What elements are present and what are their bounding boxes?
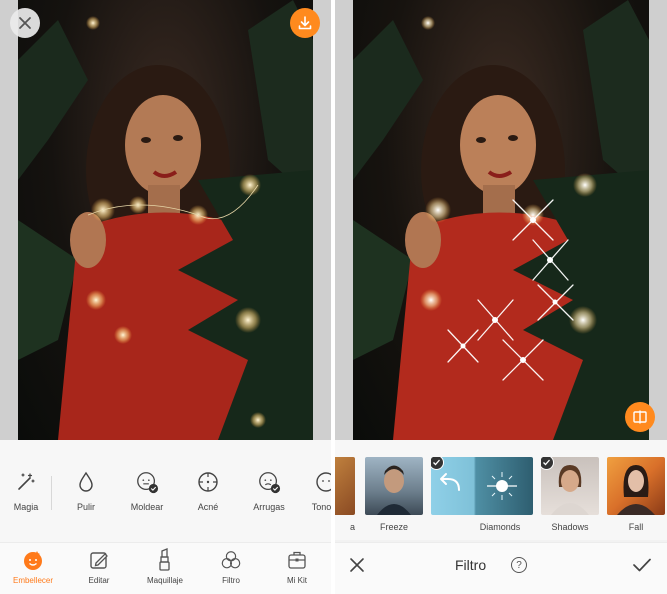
- tool-label: Arrugas: [253, 502, 285, 512]
- filter-item-diamonds[interactable]: Diamonds: [431, 457, 533, 532]
- tool-tono[interactable]: Tono D: [296, 470, 331, 512]
- nav-embellecer[interactable]: Embellecer: [0, 549, 66, 585]
- compare-button[interactable]: [625, 402, 655, 432]
- filter-circles-icon: [220, 549, 242, 571]
- undo-icon: [440, 473, 460, 491]
- check-icon: [633, 558, 651, 572]
- tool-label: Magia: [13, 502, 39, 512]
- portrait-illustration-diamonds: [353, 0, 649, 440]
- filter-thumbnail: [335, 457, 355, 515]
- filter-item-partial[interactable]: a: [335, 457, 355, 532]
- portrait-photo-original: [18, 0, 313, 440]
- help-icon: ?: [516, 559, 522, 571]
- filter-label: Shadows: [551, 522, 589, 532]
- filter-thumbnail: [607, 457, 665, 515]
- download-button[interactable]: [290, 8, 320, 38]
- wrinkle-face-icon: [257, 470, 281, 494]
- face-reshape-icon: [135, 470, 159, 494]
- editor-before-panel: Magia Pulir Moldear Acné Arrugas Tono Em…: [0, 0, 331, 594]
- nav-label: Maquillaje: [146, 576, 184, 585]
- tool-label: Pulir: [76, 502, 95, 512]
- close-button[interactable]: [10, 8, 40, 38]
- tool-pulir[interactable]: Pulir: [56, 470, 116, 512]
- filter-strip: a Freeze Diamonds Shadows Fall: [335, 440, 667, 540]
- nav-label: Editar: [88, 576, 110, 585]
- lipstick-icon: [154, 548, 176, 571]
- nav-filtro[interactable]: Filtro: [198, 549, 264, 585]
- tool-acne[interactable]: Acné: [178, 470, 238, 512]
- nav-label: Mi Kit: [287, 576, 307, 585]
- filter-thumbnail: [365, 457, 423, 515]
- filter-label: a: [349, 522, 355, 532]
- help-button[interactable]: ?: [511, 557, 527, 573]
- filter-label: Freeze: [379, 522, 408, 532]
- tool-arrugas[interactable]: Arrugas: [239, 470, 299, 512]
- skin-tone-icon: [314, 470, 331, 494]
- filter-thumbnail: [541, 457, 599, 515]
- close-icon: [19, 17, 31, 29]
- filter-item-freeze[interactable]: Freeze: [365, 457, 423, 532]
- download-icon: [298, 16, 312, 30]
- screenshot-comparison: Magia Pulir Moldear Acné Arrugas Tono Em…: [0, 0, 667, 594]
- tool-magia[interactable]: Magia: [0, 470, 56, 512]
- close-icon: [350, 558, 364, 572]
- tool-label: Tono D: [311, 502, 331, 512]
- intensity-adjust-icon: [487, 472, 517, 500]
- portrait-illustration: [18, 0, 313, 440]
- photo-canvas-before[interactable]: [0, 0, 331, 440]
- cancel-button[interactable]: [347, 555, 367, 575]
- compare-split-icon: [633, 410, 647, 424]
- nav-label: Embellecer: [12, 576, 53, 585]
- nav-mi-kit[interactable]: Mi Kit: [264, 549, 330, 585]
- tools-divider: [51, 476, 52, 510]
- nav-label: Filtro: [222, 576, 240, 585]
- editor-after-panel: a Freeze Diamonds Shadows Fall Filtro ?: [335, 0, 667, 594]
- filter-thumbnail: [431, 457, 533, 515]
- edit-pencil-icon: [88, 549, 110, 571]
- kit-box-icon: [286, 549, 308, 571]
- filter-bar-title: Filtro: [455, 557, 487, 573]
- portrait-photo-filtered: [353, 0, 649, 440]
- photo-canvas-after[interactable]: [335, 0, 667, 440]
- acne-target-icon: [196, 470, 220, 494]
- nav-maquillaje[interactable]: Maquillaje: [132, 548, 198, 585]
- main-bottom-nav: Embellecer Editar Maquillaje Filtro Mi K…: [0, 542, 331, 594]
- nav-editar[interactable]: Editar: [66, 549, 132, 585]
- beautify-tools-row: Magia Pulir Moldear Acné Arrugas Tono: [0, 440, 331, 542]
- filter-item-fall[interactable]: Fall: [607, 457, 665, 532]
- filter-item-shadows[interactable]: Shadows: [541, 457, 599, 532]
- magic-wand-icon: [14, 470, 38, 494]
- tool-moldear[interactable]: Moldear: [117, 470, 177, 512]
- tool-label: Acné: [197, 502, 219, 512]
- confirm-button[interactable]: [631, 555, 653, 575]
- beautify-face-icon: [22, 549, 44, 571]
- tool-label: Moldear: [130, 502, 164, 512]
- filter-label: Diamonds: [479, 522, 521, 532]
- filter-label: Fall: [628, 522, 644, 532]
- filter-action-bar: Filtro ?: [335, 542, 667, 594]
- drop-icon: [74, 470, 98, 494]
